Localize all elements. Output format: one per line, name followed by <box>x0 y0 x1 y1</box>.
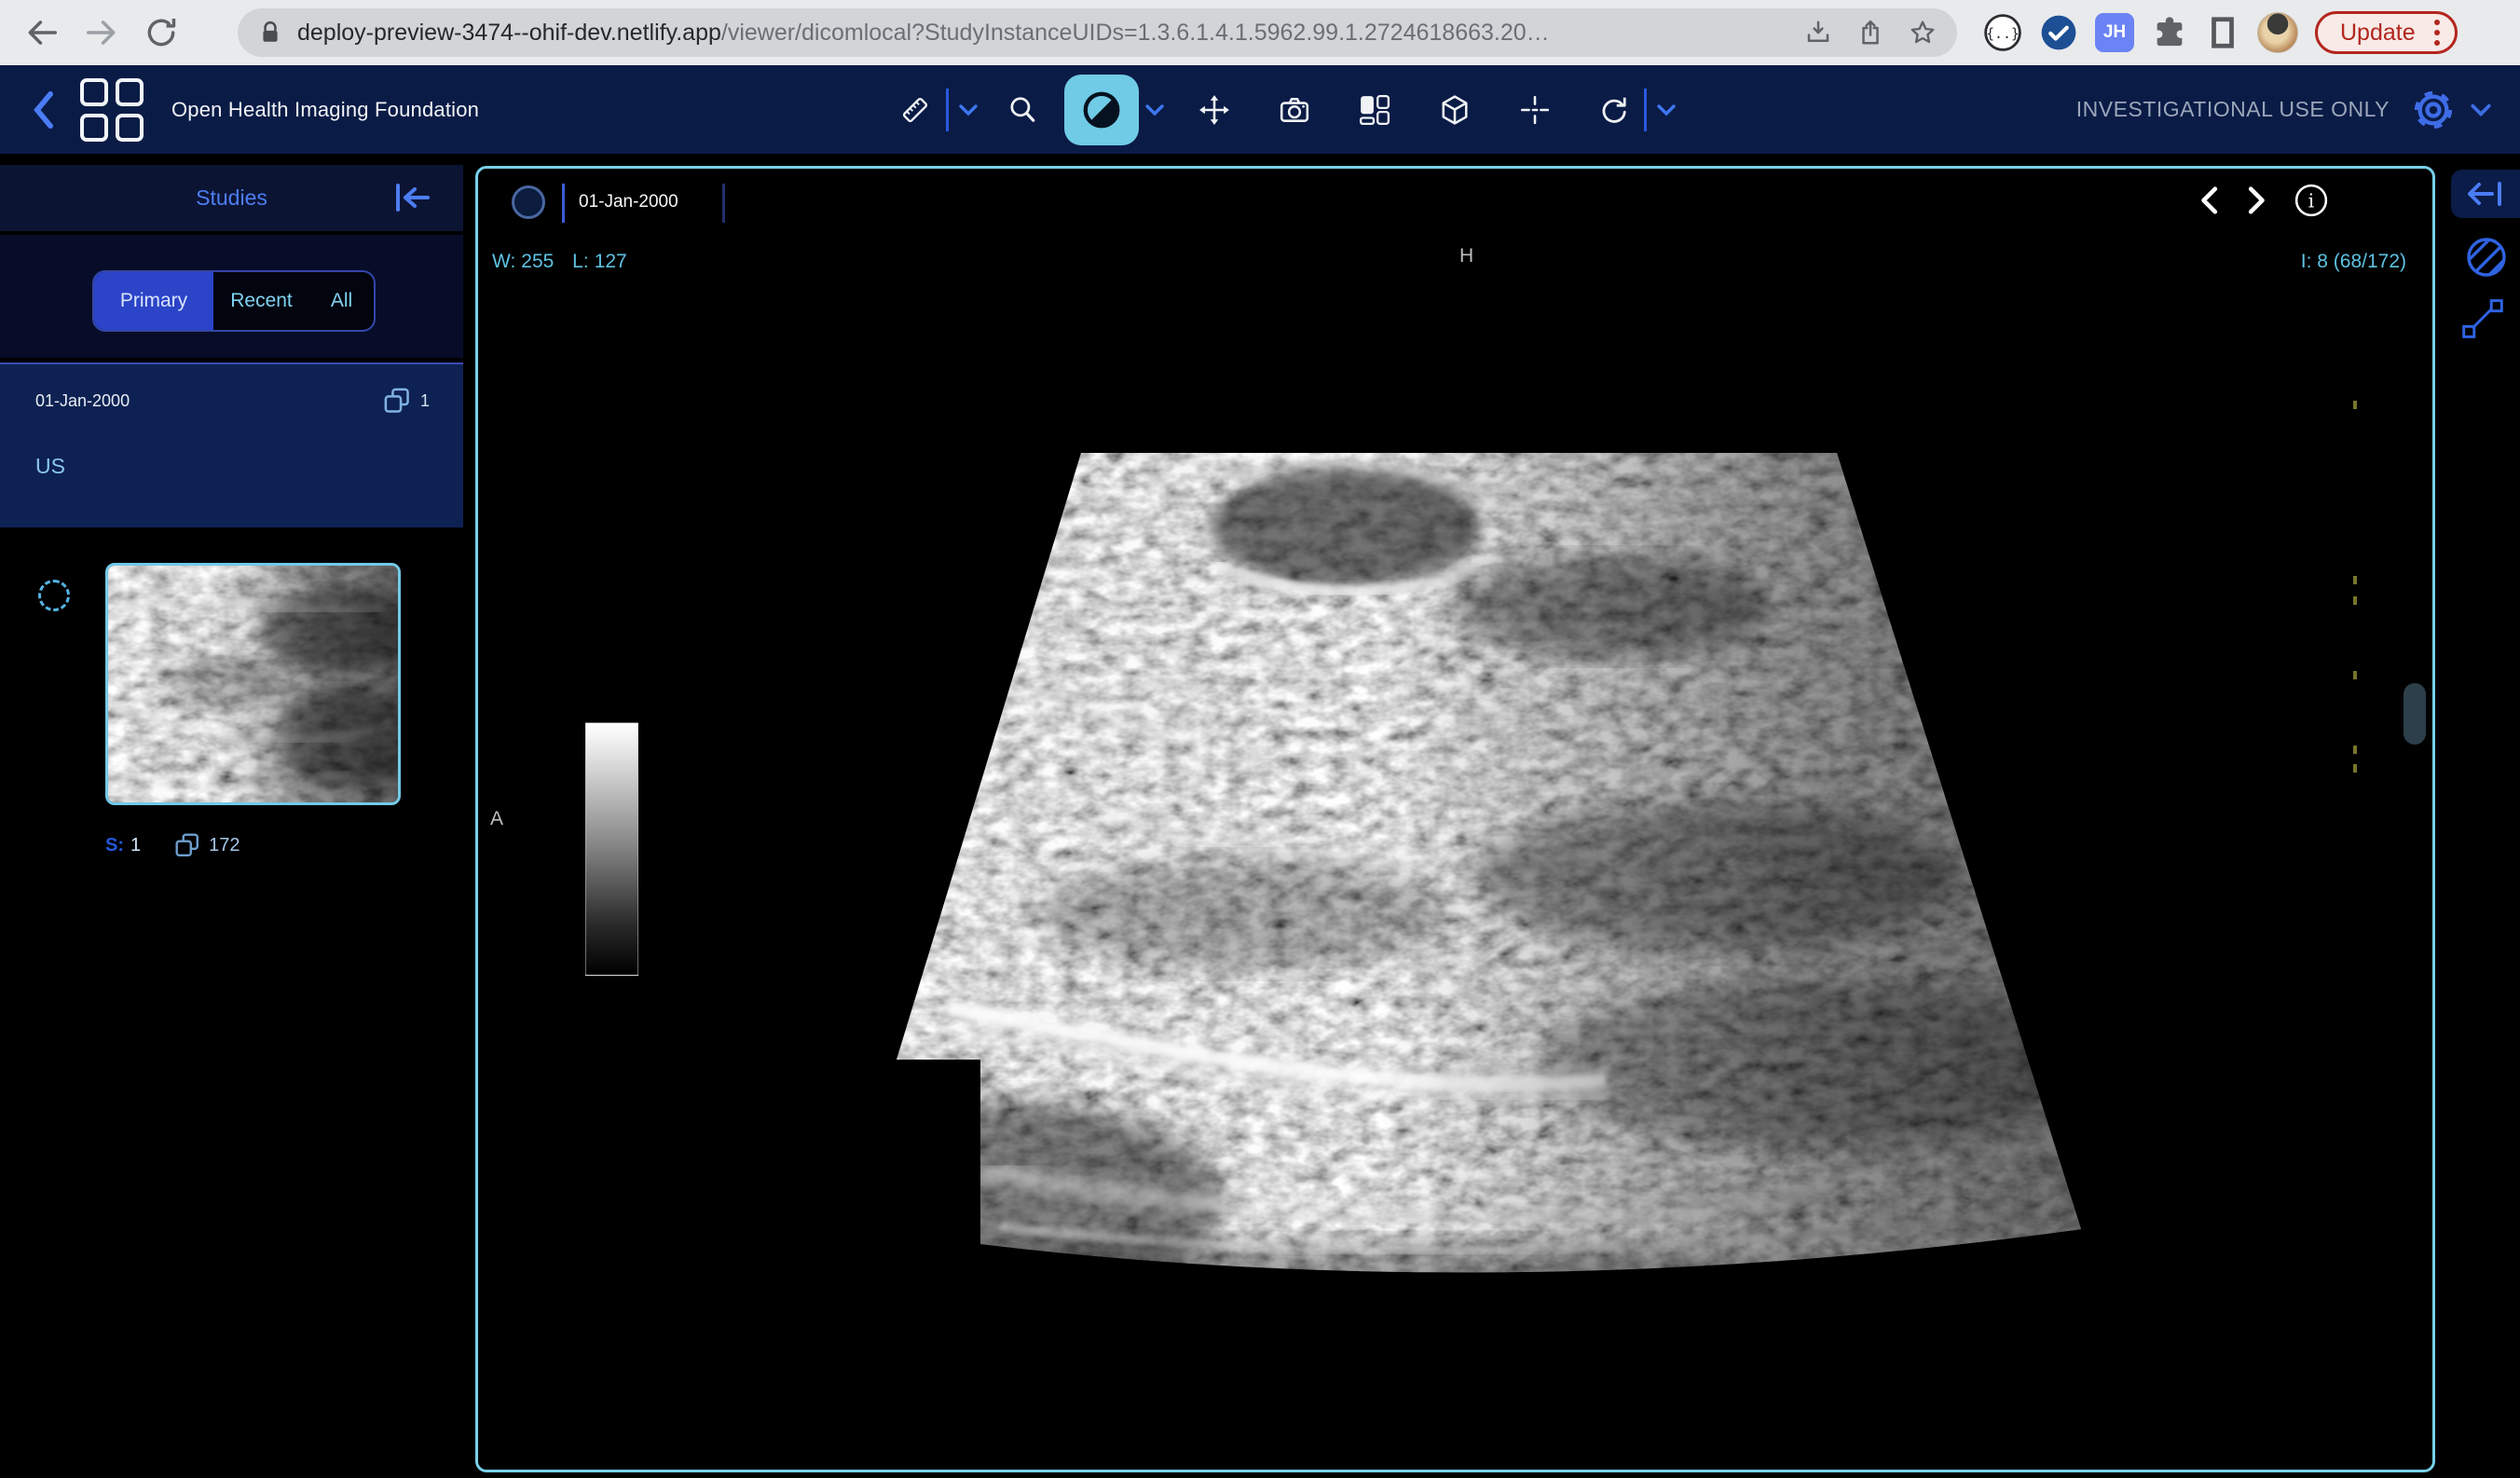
instance-count: 172 <box>209 835 240 856</box>
browser-reload-icon[interactable] <box>144 15 179 50</box>
layout-grid-icon[interactable] <box>1359 94 1390 126</box>
browser-forward-icon[interactable] <box>84 15 119 50</box>
series-label: S: <box>105 835 124 856</box>
url-host: deploy-preview-3474--ohif-dev.netlify.ap… <box>297 20 721 46</box>
puzzle-extensions-icon[interactable] <box>2151 14 2188 51</box>
series-count: 1 <box>420 391 430 411</box>
check-extension-icon[interactable] <box>2039 13 2078 52</box>
corner-divider <box>562 184 565 223</box>
segmentation-hatched-circle-icon[interactable] <box>2464 235 2509 280</box>
series-copies-icon <box>383 387 411 415</box>
study-date: 01-Jan-2000 <box>35 391 130 411</box>
series-number: 1 <box>130 835 141 856</box>
stack-scrollbar[interactable] <box>2404 683 2426 745</box>
toolbar-divider <box>946 89 949 131</box>
level-value: 127 <box>595 251 627 272</box>
gear-icon[interactable] <box>2412 89 2455 131</box>
expand-panel-arrow-icon <box>2468 181 2503 207</box>
measure-dropdown-chevron-icon[interactable] <box>958 103 979 117</box>
tab-primary[interactable]: Primary <box>94 272 213 330</box>
info-icon[interactable]: i <box>2294 184 2328 217</box>
previous-series-icon[interactable] <box>2198 186 2220 214</box>
svg-text:i: i <box>2308 189 2314 212</box>
capture-camera-icon[interactable] <box>1279 94 1310 126</box>
viewport-status-icon[interactable] <box>512 185 545 219</box>
url-text: deploy-preview-3474--ohif-dev.netlify.ap… <box>297 20 1550 47</box>
us-scale-tick <box>2353 746 2357 754</box>
level-label: L: <box>572 251 589 272</box>
us-scale-tick <box>2353 596 2357 605</box>
address-bar[interactable]: deploy-preview-3474--ohif-dev.netlify.ap… <box>238 8 1957 57</box>
main-toolbar <box>899 65 1677 154</box>
study-list-item[interactable]: 01-Jan-2000 1 US <box>0 363 463 527</box>
thumbnail-caption: S: 1 172 <box>105 832 240 858</box>
reading-list-icon[interactable] <box>2205 15 2240 50</box>
extension-icons: {..} JH Update <box>1983 0 2458 65</box>
cube-3d-icon[interactable] <box>1439 94 1471 126</box>
braces-extension-icon[interactable]: {..} <box>1983 13 2022 52</box>
us-scale-tick <box>2353 671 2357 679</box>
app-header: Open Health Imaging Foundation INVESTIGA… <box>0 65 2520 154</box>
collapse-panel-icon[interactable] <box>394 182 431 213</box>
avatar[interactable] <box>2257 12 2298 53</box>
reset-rotate-icon[interactable] <box>1597 94 1629 126</box>
grayscale-reference-bar <box>585 722 638 976</box>
update-label: Update <box>2340 20 2416 47</box>
kebab-menu-icon[interactable] <box>2434 20 2440 46</box>
contrast-icon <box>1081 89 1122 130</box>
window-level-overlay: W: 255 L: 127 <box>492 251 627 273</box>
crosshairs-icon[interactable] <box>1519 94 1551 126</box>
orientation-marker-top: H <box>1459 245 1473 267</box>
tab-recent[interactable]: Recent <box>213 272 309 330</box>
bookmark-star-icon[interactable] <box>1909 19 1937 47</box>
browser-toolbar: deploy-preview-3474--ohif-dev.netlify.ap… <box>0 0 2520 65</box>
corner-divider-2 <box>722 184 725 223</box>
us-scale-tick <box>2353 576 2357 584</box>
instances-copies-icon <box>174 832 200 858</box>
next-series-icon[interactable] <box>2246 186 2268 214</box>
browser-back-icon[interactable] <box>24 15 60 50</box>
studies-panel-header: Studies <box>0 165 463 231</box>
app-title: Open Health Imaging Foundation <box>171 98 479 122</box>
study-modality: US <box>35 454 430 479</box>
measurement-line-icon[interactable] <box>2460 296 2505 341</box>
svg-text:{..}: {..} <box>1986 25 2020 42</box>
studies-tabs-area: Primary Recent All <box>0 235 463 358</box>
measure-ruler-icon[interactable] <box>899 94 931 126</box>
studies-panel-title: Studies <box>196 185 267 211</box>
back-chevron-icon[interactable] <box>32 91 56 129</box>
reset-dropdown-chevron-icon[interactable] <box>1656 103 1677 117</box>
jh-extension-icon[interactable]: JH <box>2095 13 2134 52</box>
viewport-study-date: 01-Jan-2000 <box>579 185 678 219</box>
active-viewport[interactable]: 01-Jan-2000 W:255 L:127 I: 8 (68/172) i … <box>475 166 2435 1472</box>
image-counter-overlay: I: 8 (68/172) <box>2301 251 2406 273</box>
us-scale-tick <box>2353 764 2357 773</box>
pan-arrows-icon[interactable] <box>1198 94 1230 126</box>
download-icon[interactable] <box>1804 19 1832 47</box>
toolbar-divider <box>1644 89 1647 131</box>
us-scale-tick <box>2353 401 2357 409</box>
window-value: 255 <box>521 251 554 272</box>
investigational-label: INVESTIGATIONAL USE ONLY <box>2076 97 2390 122</box>
update-button[interactable]: Update <box>2315 11 2458 54</box>
studies-tab-group: Primary Recent All <box>92 270 376 332</box>
series-thumbnail[interactable] <box>105 563 401 805</box>
orientation-marker-left: A <box>490 808 503 830</box>
window-level-dropdown-chevron-icon[interactable] <box>1144 103 1165 117</box>
share-icon[interactable] <box>1856 19 1884 47</box>
thumbnail-ultrasound-image <box>108 566 398 802</box>
ultrasound-image <box>478 169 2432 1470</box>
expand-right-panel-button[interactable] <box>2451 170 2520 218</box>
window-label: W: <box>492 251 515 272</box>
zoom-magnifier-icon[interactable] <box>1007 94 1038 126</box>
lock-icon <box>258 18 282 48</box>
window-level-button-active[interactable] <box>1064 75 1139 145</box>
url-path: /viewer/dicomlocal?StudyInstanceUIDs=1.3… <box>721 20 1550 46</box>
settings-chevron-icon[interactable] <box>2470 103 2492 117</box>
tab-all[interactable]: All <box>309 272 374 330</box>
thumbnail-status-icon <box>38 580 70 611</box>
ohif-logo-icon[interactable] <box>80 78 144 142</box>
